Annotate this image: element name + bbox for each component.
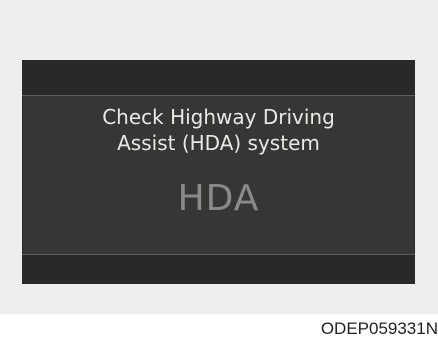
display-top-band xyxy=(22,60,415,96)
warning-message-line-2: Assist (HDA) system xyxy=(117,131,320,155)
page: Check Highway Driving Assist (HDA) syste… xyxy=(0,0,438,341)
figure-code: ODEP059331N xyxy=(320,319,438,338)
warning-message: Check Highway Driving Assist (HDA) syste… xyxy=(22,104,415,156)
warning-message-line-1: Check Highway Driving xyxy=(102,105,335,129)
display-bottom-band xyxy=(22,254,415,284)
instrument-cluster-display: Check Highway Driving Assist (HDA) syste… xyxy=(22,60,415,284)
hda-feature-label: HDA xyxy=(177,178,260,219)
